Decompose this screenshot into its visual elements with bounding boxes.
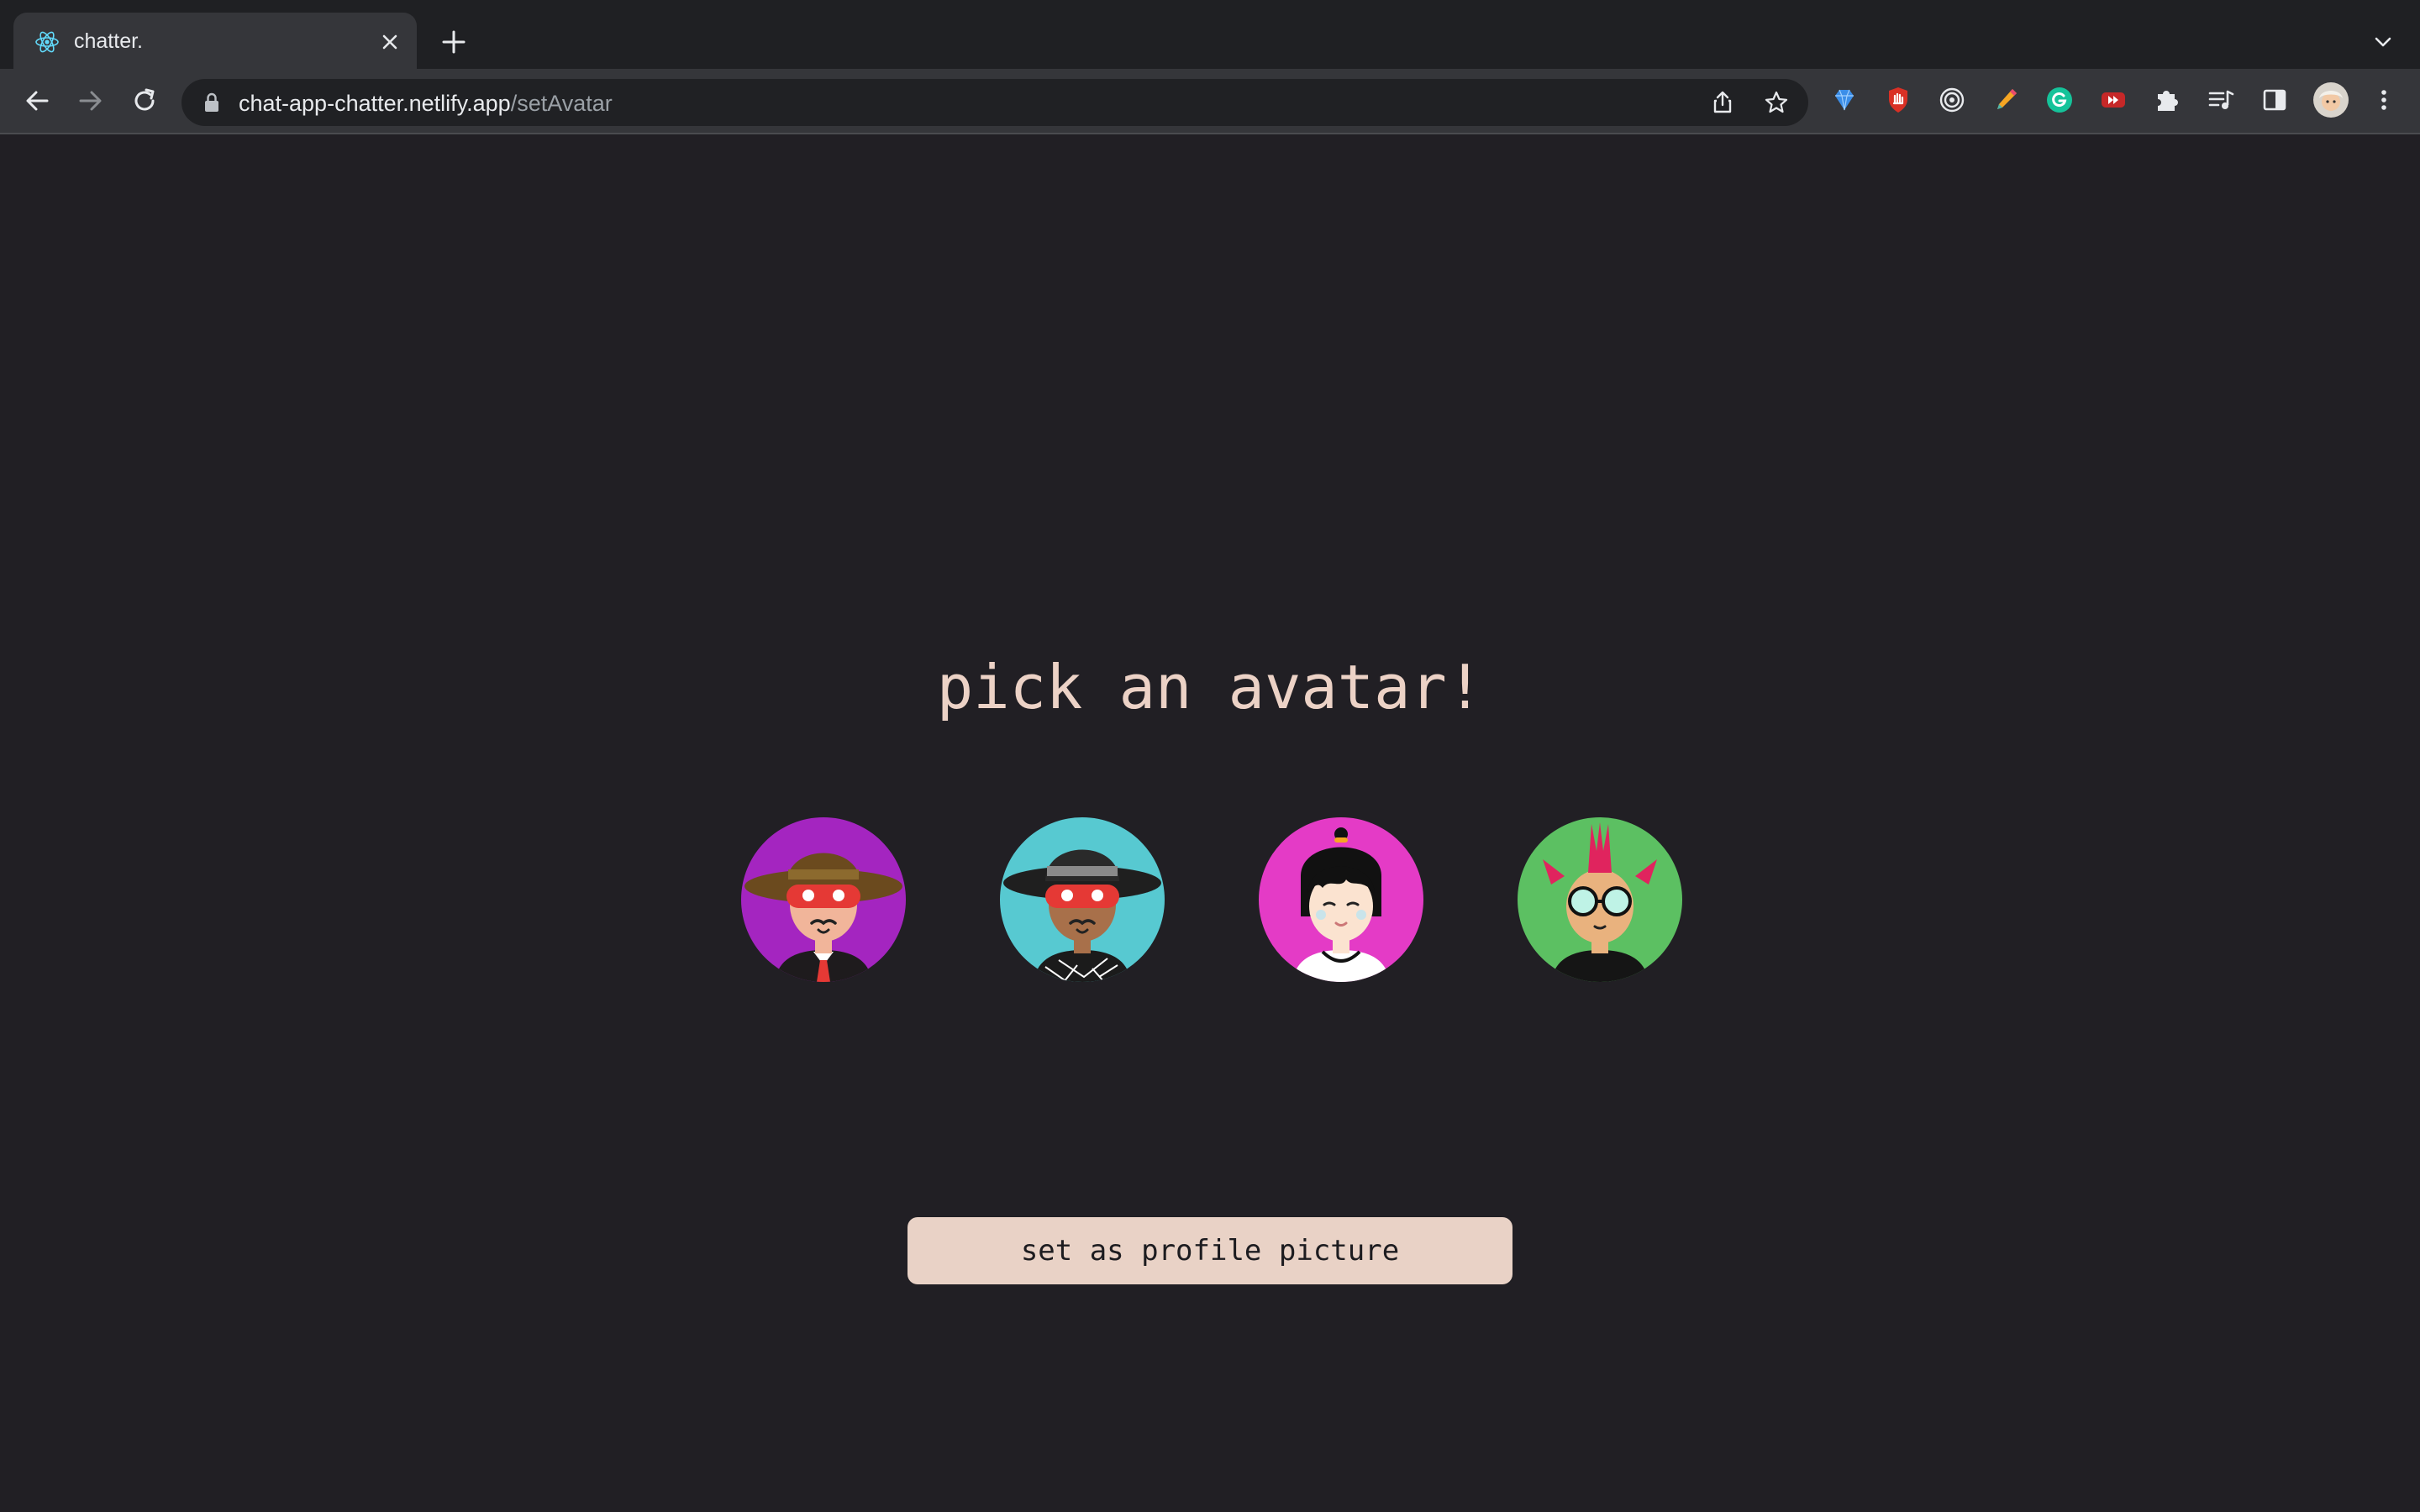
new-tab-plus-icon[interactable] xyxy=(439,27,469,57)
profile-avatar-icon[interactable] xyxy=(2312,81,2349,118)
browser-tab-strip: chatter. xyxy=(0,0,2420,69)
avatar-option-4[interactable] xyxy=(1518,817,1682,982)
diamond-extension-icon[interactable] xyxy=(1830,86,1859,114)
tab-search-chevron-icon[interactable] xyxy=(2370,29,2396,55)
avatar-option-3[interactable] xyxy=(1259,817,1423,982)
browser-tab-active[interactable]: chatter. xyxy=(13,13,417,69)
reload-icon[interactable] xyxy=(126,82,163,119)
side-panel-icon[interactable] xyxy=(2260,86,2289,114)
avatar-masked-man-fedora xyxy=(741,817,906,982)
target-extension-icon[interactable] xyxy=(1938,86,1966,114)
pen-extension-icon[interactable] xyxy=(1991,86,2020,114)
react-atom-icon xyxy=(35,31,59,53)
bookmark-star-icon[interactable] xyxy=(1763,89,1790,116)
tab-title: chatter. xyxy=(74,29,143,53)
avatar-masked-man-hat-teal xyxy=(1000,817,1165,982)
forward-arrow-icon[interactable] xyxy=(72,82,109,119)
url-domain: chat-app-chatter.netlify.app xyxy=(239,91,511,116)
avatar-option-2[interactable] xyxy=(1000,817,1165,982)
close-tab-icon[interactable] xyxy=(376,29,403,55)
media-controls-icon[interactable] xyxy=(2207,86,2235,114)
url-text: chat-app-chatter.netlify.app/setAvatar xyxy=(239,89,613,118)
page-heading: pick an avatar! xyxy=(936,652,1484,723)
set-profile-picture-button[interactable]: set as profile picture xyxy=(908,1217,1512,1284)
hand-stop-extension-icon[interactable] xyxy=(1884,86,1912,114)
grammarly-extension-icon[interactable] xyxy=(2045,86,2074,114)
page-content: pick an avatar! set as profile picture xyxy=(0,134,2420,1512)
puzzle-piece-icon[interactable] xyxy=(2153,86,2181,114)
avatar-girl-black-hair xyxy=(1259,817,1423,982)
lock-icon[interactable] xyxy=(202,92,222,113)
avatar-punk-glasses xyxy=(1518,817,1682,982)
share-icon[interactable] xyxy=(1709,89,1736,116)
url-path: /setAvatar xyxy=(510,91,613,116)
kebab-menu-icon[interactable] xyxy=(2370,86,2398,114)
back-arrow-icon[interactable] xyxy=(18,82,55,119)
avatar-option-1[interactable] xyxy=(741,817,906,982)
video-extension-icon[interactable] xyxy=(2099,86,2128,114)
address-bar[interactable]: chat-app-chatter.netlify.app/setAvatar xyxy=(182,79,1808,126)
